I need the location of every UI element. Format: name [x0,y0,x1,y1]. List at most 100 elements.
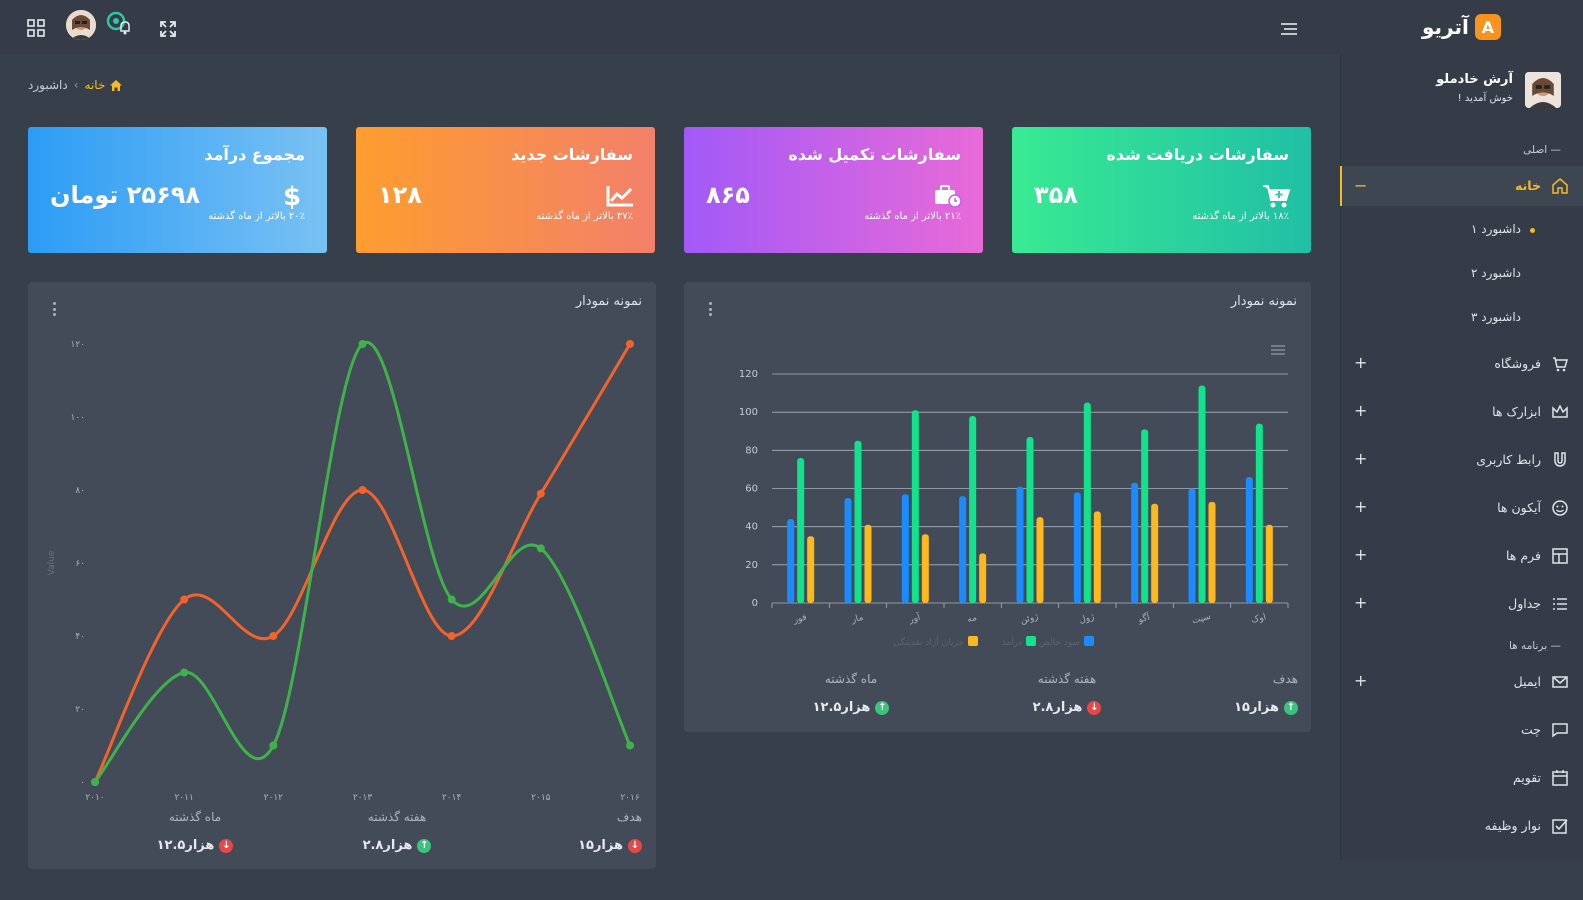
card-subtitle: ۱۸٪ بالاتر از ماه گذشته [1192,211,1289,222]
series-1-line [93,340,632,783]
card-title: مجموع درآمد [204,145,305,164]
nav-section-apps: — برنامه ها [1508,640,1561,652]
bar-2 [807,536,815,603]
series-0-point [180,595,189,604]
sidebar-item-email[interactable]: ایمیل + [1340,662,1583,702]
breadcrumb-home[interactable]: خانه [85,78,124,92]
card-subtitle: ۳۷٪ بالاتر از ماه گذشته [536,211,633,222]
legend-label: جریان آزاد نقدینگی [893,636,964,648]
series-1-point [180,668,189,677]
chat-icon [1552,723,1568,738]
sidebar-item-label: ابزارک ها [1492,404,1541,419]
avatar[interactable] [66,10,96,40]
home-icon [1552,178,1568,194]
sidebar-item-label: نوار وظیفه [1484,818,1541,833]
bar-chart-panel: نمونه نمودار 0 20 40 60 80 100 120 فور مار آور مه ژ… [684,282,1311,732]
smiley-icon [1552,500,1568,516]
line-chart: ۰ ۲۰ ۴۰ ۶۰ ۸۰ ۱۰۰ ۱۲۰ ۲۰۱۰ ۲۰۱۱ ۲۰۱۲ ۲۰۱۳ ۲۰۱۴ ۲۰۱۵ ۲… [47,340,640,803]
y-tick-label: ۲۰ [75,705,85,715]
x-tick-label: فور [791,613,807,626]
stat-value: ۲.۸هزار [362,838,413,853]
series-1-point [536,544,545,553]
card-value: ۸۶۵ [706,181,750,209]
nav-section-main: — اصلی [1523,144,1561,156]
bar-1 [911,410,919,603]
apps-grid-icon[interactable] [26,18,46,38]
sidebar-item-label: چت [1520,722,1541,737]
bar-1 [969,415,977,603]
crown-icon [1552,404,1568,418]
arrow-down-icon: ↓ [1087,700,1102,715]
y-tick-label: 20 [745,560,758,571]
x-tick-label: اوک [1250,611,1267,625]
bar-1 [1255,423,1263,603]
y-tick-label: ۰ [80,778,85,788]
sidebar-subitem-label: داشبورد ۲ [1471,266,1521,280]
mail-icon [1552,676,1568,688]
card-title: سفارشات تکمیل شده [788,145,961,164]
stat-goal: هدف ۱۵هزار ↓ [512,810,642,853]
stat-value: ۱۵هزار [578,838,623,853]
card-total-income[interactable]: مجموع درآمد ۲۵۶۹۸ تومان ۲۰٪ بالاتر از ما… [28,127,327,253]
legend-label: درآمد [1002,636,1022,648]
series-1-point [358,340,367,348]
expand-icon[interactable]: + [1354,449,1367,468]
series-1-point [91,778,99,786]
expand-icon[interactable]: + [1354,593,1367,612]
active-indicator [1340,166,1342,206]
sidebar-item-tools[interactable]: ابزارک ها + [1340,392,1583,432]
bar-0 [787,519,795,603]
sidebar-subitem-dash3[interactable]: داشبورد ۳ [1340,298,1583,338]
sidebar-item-label: فرم ها [1506,548,1541,563]
legend-swatch [968,636,978,646]
brand-name: آتریو [1422,15,1469,39]
x-tick-label: ۲۰۱۵ [531,793,551,803]
sidebar-item-calendar[interactable]: تقویم [1340,758,1583,798]
expand-icon[interactable]: + [1354,353,1367,372]
card-received-orders[interactable]: سفارشات دریافت شده ۳۵۸ ۱۸٪ بالاتر از ماه… [1012,127,1311,253]
stat-label: هفته گذشته [1037,672,1097,686]
stat-value-row: ۱۲.۵هزار ↑ [786,700,916,715]
sidebar-subitem-label: داشبورد ۳ [1471,310,1521,324]
sidebar-item-ui[interactable]: رابط کاربری + [1340,440,1583,480]
brand-logo[interactable]: آتریو A [1422,13,1501,41]
y-axis-title: Value [47,550,57,575]
bar-2 [979,553,987,603]
expand-icon[interactable]: + [1354,497,1367,516]
sidebar-subitem-dash1[interactable]: داشبورد ۱ [1340,210,1583,250]
sidebar-item-shop[interactable]: فروشگاه + [1340,344,1583,384]
bar-2 [864,524,872,603]
logo-icon: A [1474,14,1501,40]
sidebar-item-home[interactable]: خانه − [1340,166,1583,206]
expand-icon[interactable]: + [1354,671,1367,690]
sidebar-item-tables[interactable]: جداول + [1340,584,1583,624]
sidebar-item-label: آیکون ها [1497,500,1541,515]
sidebar-item-chat[interactable]: چت [1340,710,1583,750]
expand-icon[interactable]: + [1354,401,1367,420]
line-chart-panel: نمونه نمودار ۰ ۲۰ ۴۰ ۶۰ ۸۰ ۱۰۰ ۱۲۰ ۲۰۱۰ ۲۰۱۱ ۲۰۱۲… [28,282,656,869]
card-new-orders[interactable]: سفارشات جدید ۱۲۸ ۳۷٪ بالاتر از ماه گذشته [356,127,655,253]
y-tick-label: ۶۰ [75,559,85,569]
user-avatar[interactable] [1525,72,1561,108]
sidebar-subitem-dash2[interactable]: داشبورد ۲ [1340,254,1583,294]
sidebar-item-forms[interactable]: فرم ها + [1340,536,1583,576]
stat-label: هدف [616,810,642,824]
x-tick-label: ژوئن [1019,612,1039,626]
x-tick-label: ۲۰۱۳ [353,793,373,803]
expand-icon[interactable]: + [1354,545,1367,564]
series-0-point [536,489,545,498]
menu-toggle-icon[interactable] [1278,20,1300,38]
bell-icon[interactable] [104,10,134,40]
sidebar-item-taskbar[interactable]: نوار وظیفه [1340,806,1583,846]
collapse-icon[interactable]: − [1354,176,1367,195]
sidebar-item-icons[interactable]: آیکون ها + [1340,488,1583,528]
bar-0 [1073,492,1081,603]
y-tick-label: ۱۲۰ [70,340,85,350]
series-1-point [269,741,278,750]
bar-1 [797,457,805,603]
sidebar-item-label: خانه [1515,178,1541,193]
nav-section-apps-label: برنامه ها [1508,640,1548,652]
fullscreen-icon[interactable] [158,19,178,39]
x-tick-label: آور [907,611,922,626]
card-completed-orders[interactable]: سفارشات تکمیل شده ۸۶۵ ۲۱٪ بالاتر از ماه … [684,127,983,253]
